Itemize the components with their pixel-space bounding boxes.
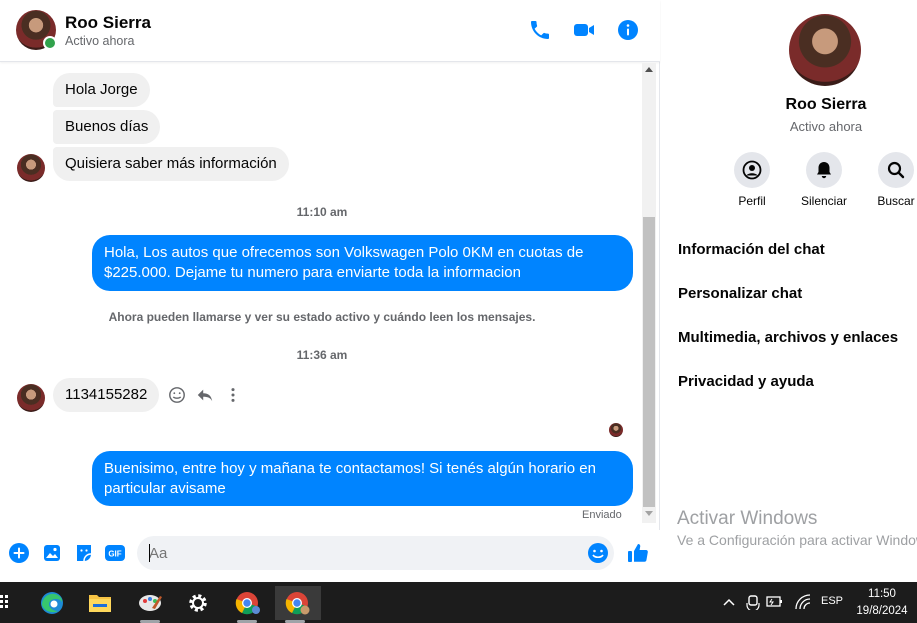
chrome-icon <box>235 592 260 615</box>
paint-app[interactable] <box>130 586 170 623</box>
windows-taskbar: ESP 11:50 19/8/2024 <box>0 582 917 623</box>
message-incoming[interactable]: Hola Jorge <box>53 73 150 107</box>
mute-button[interactable] <box>806 152 842 188</box>
bell-icon <box>817 162 831 179</box>
thumbs-up-icon[interactable] <box>626 541 650 565</box>
search-button[interactable] <box>878 152 914 188</box>
sender-avatar[interactable] <box>17 154 45 182</box>
online-indicator <box>43 36 57 50</box>
menu-media-files-links[interactable]: Multimedia, archivos y enlaces <box>678 329 898 346</box>
message-incoming[interactable]: Quisiera saber más información <box>53 147 289 181</box>
system-clock[interactable]: 11:50 19/8/2024 <box>851 586 913 620</box>
seen-avatar <box>609 423 623 437</box>
message-outgoing[interactable]: Hola, Los autos que ofrecemos son Volksw… <box>92 235 633 291</box>
scrollbar-thumb[interactable] <box>643 217 655 507</box>
message-outgoing[interactable]: Buenisimo, entre hoy y mañana te contact… <box>92 451 633 506</box>
search-icon <box>887 161 905 179</box>
edge-app[interactable] <box>32 586 72 620</box>
emoji-icon[interactable] <box>587 542 609 564</box>
meet-icon[interactable] <box>746 594 760 610</box>
user-circle-icon <box>742 160 762 180</box>
image-icon[interactable] <box>41 542 63 564</box>
profile-status: Activo ahora <box>789 119 863 134</box>
sticker-icon[interactable] <box>73 542 95 564</box>
profile-name: Roo Sierra <box>785 96 867 113</box>
contact-name[interactable]: Roo Sierra <box>65 13 151 33</box>
text-caret <box>149 544 150 562</box>
language-indicator[interactable]: ESP <box>821 595 843 607</box>
video-call-icon[interactable] <box>572 18 596 42</box>
react-emoji-icon[interactable] <box>168 386 186 404</box>
search-label: Buscar <box>877 194 915 208</box>
chrome-profile-app[interactable] <box>275 586 321 623</box>
contact-status: Activo ahora <box>65 34 135 48</box>
timestamp: 11:36 am <box>296 348 348 362</box>
chrome-profile-icon <box>285 592 310 615</box>
plus-icon[interactable] <box>8 542 30 564</box>
timestamp: 11:10 am <box>296 205 348 219</box>
profile-label: Perfil <box>738 194 766 208</box>
gear-icon <box>189 594 207 612</box>
clock-date: 19/8/2024 <box>856 605 908 617</box>
task-view-icon[interactable] <box>0 594 10 610</box>
svg-text:GIF: GIF <box>108 550 121 559</box>
scroll-up-arrow[interactable] <box>645 67 653 72</box>
mute-label: Silenciar <box>800 194 848 208</box>
profile-avatar[interactable] <box>789 14 861 86</box>
reply-icon[interactable] <box>196 386 214 404</box>
edge-icon <box>41 592 63 614</box>
sender-avatar[interactable] <box>17 384 45 412</box>
wifi-icon[interactable] <box>795 594 811 610</box>
conversation-details-panel: Roo Sierra Activo ahora Perfil Silenciar… <box>661 0 917 582</box>
clock-time: 11:50 <box>868 588 896 600</box>
file-explorer-app[interactable] <box>80 586 120 620</box>
settings-app[interactable] <box>178 586 218 620</box>
composer-bar: GIF <box>0 530 660 582</box>
gif-icon[interactable]: GIF <box>104 542 126 564</box>
menu-chat-info[interactable]: Información del chat <box>678 241 825 258</box>
system-message: Ahora pueden llamarse y ver su estado ac… <box>108 310 536 324</box>
profile-button[interactable] <box>734 152 770 188</box>
sent-status: Enviado <box>582 509 622 521</box>
message-input[interactable] <box>137 536 614 570</box>
menu-privacy-help[interactable]: Privacidad y ayuda <box>678 373 814 390</box>
message-incoming[interactable]: 1134155282 <box>53 378 160 412</box>
scroll-down-arrow[interactable] <box>645 511 653 516</box>
chrome-app[interactable] <box>227 586 267 623</box>
paint-icon <box>139 595 162 611</box>
menu-customize-chat[interactable]: Personalizar chat <box>678 285 802 302</box>
activation-watermark-title: Activar Windows <box>677 508 818 529</box>
chat-column: Roo Sierra Activo ahora Hola Jorge Bueno… <box>0 0 660 582</box>
info-icon[interactable] <box>616 18 640 42</box>
message-incoming[interactable]: Buenos días <box>53 110 161 144</box>
chevron-up-icon[interactable] <box>723 597 735 607</box>
battery-icon[interactable] <box>766 594 784 610</box>
more-options-icon[interactable] <box>224 386 242 404</box>
chat-header: Roo Sierra Activo ahora <box>0 0 660 62</box>
activation-watermark-subtitle: Ve a Configuración para activar Windows. <box>677 532 917 548</box>
phone-icon[interactable] <box>528 18 552 42</box>
folder-icon <box>89 595 111 612</box>
messenger-window: Roo Sierra Activo ahora Hola Jorge Bueno… <box>0 0 917 623</box>
